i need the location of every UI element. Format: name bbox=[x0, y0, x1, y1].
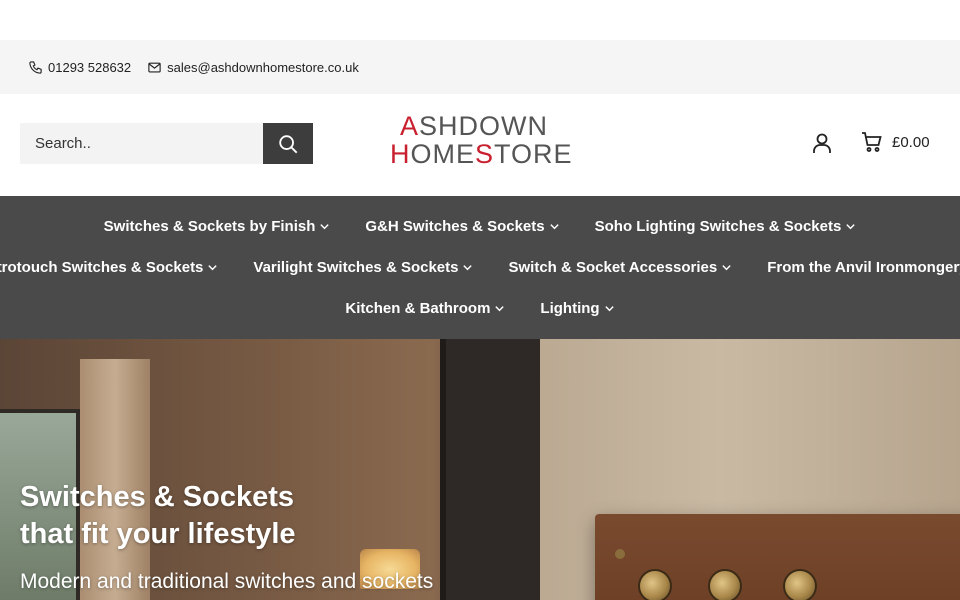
nav-gh-switches[interactable]: G&H Switches & Sockets bbox=[365, 218, 559, 235]
nav-anvil-ironmongery[interactable]: From the Anvil Ironmongery bbox=[767, 259, 960, 276]
nav-kitchen-bathroom[interactable]: Kitchen & Bathroom bbox=[345, 300, 505, 317]
nav-retrotouch[interactable]: Retrotouch Switches & Sockets bbox=[0, 259, 218, 276]
nav-switches-by-finish[interactable]: Switches & Sockets by Finish bbox=[104, 218, 331, 235]
nav-row-1: Switches & Sockets by Finish G&H Switche… bbox=[0, 206, 960, 247]
mail-icon bbox=[148, 62, 161, 72]
chevron-down-icon bbox=[604, 306, 614, 312]
phone-link[interactable]: 01293 528632 bbox=[28, 60, 131, 75]
hero-toggle-switch bbox=[708, 569, 742, 600]
cart-button[interactable]: £0.00 bbox=[860, 130, 930, 154]
chevron-down-icon bbox=[846, 224, 856, 230]
search-form bbox=[20, 123, 313, 164]
email-link[interactable]: sales@ashdownhomestore.co.uk bbox=[147, 60, 359, 75]
search-input[interactable] bbox=[20, 123, 263, 164]
email-address: sales@ashdownhomestore.co.uk bbox=[167, 59, 359, 75]
nav-row-2: Retrotouch Switches & Sockets Varilight … bbox=[0, 247, 960, 288]
hero-toggle-switch bbox=[638, 569, 672, 600]
hero-heading: Switches & Sockets that fit your lifestyl… bbox=[20, 481, 296, 550]
chevron-down-icon bbox=[722, 265, 731, 271]
cart-icon bbox=[862, 132, 882, 152]
phone-number: 01293 528632 bbox=[48, 59, 132, 75]
nav-varilight[interactable]: Varilight Switches & Sockets bbox=[253, 259, 473, 276]
nav-row-3: Kitchen & Bathroom Lighting bbox=[0, 288, 960, 329]
chevron-down-icon bbox=[320, 224, 330, 230]
nav-accessories[interactable]: Switch & Socket Accessories bbox=[508, 259, 732, 276]
cart-total: £0.00 bbox=[892, 133, 930, 151]
chevron-down-icon bbox=[463, 265, 473, 271]
hero-subheading: Modern and traditional switches and sock… bbox=[20, 570, 434, 593]
search-button[interactable] bbox=[263, 123, 313, 164]
nav-soho-lighting[interactable]: Soho Lighting Switches & Sockets bbox=[595, 218, 857, 235]
hero-shelf-image bbox=[440, 339, 540, 600]
hero-banner[interactable]: Switches & Sockets that fit your lifestyl… bbox=[0, 339, 960, 600]
site-header: ASHDOWN HOMESTORE £0.00 bbox=[0, 94, 960, 196]
chevron-down-icon bbox=[549, 224, 559, 230]
hero-text: Switches & Sockets that fit your lifestyl… bbox=[20, 479, 433, 595]
contact-bar: 01293 528632 sales@ashdownhomestore.co.u… bbox=[0, 40, 960, 94]
announcement-bar bbox=[0, 0, 960, 40]
chevron-down-icon bbox=[495, 306, 505, 312]
hero-screw bbox=[615, 549, 625, 559]
chevron-down-icon bbox=[208, 265, 218, 271]
phone-icon bbox=[29, 60, 42, 74]
nav-lighting[interactable]: Lighting bbox=[540, 300, 614, 317]
logo-line-1: ASHDOWN bbox=[400, 111, 549, 141]
site-logo[interactable]: ASHDOWN HOMESTORE bbox=[390, 111, 573, 172]
logo-line-2: HOMESTORE bbox=[390, 139, 573, 169]
main-navigation: Switches & Sockets by Finish G&H Switche… bbox=[0, 196, 960, 339]
search-icon bbox=[279, 134, 298, 153]
hero-toggle-switch bbox=[783, 569, 817, 600]
account-icon[interactable] bbox=[810, 131, 834, 155]
